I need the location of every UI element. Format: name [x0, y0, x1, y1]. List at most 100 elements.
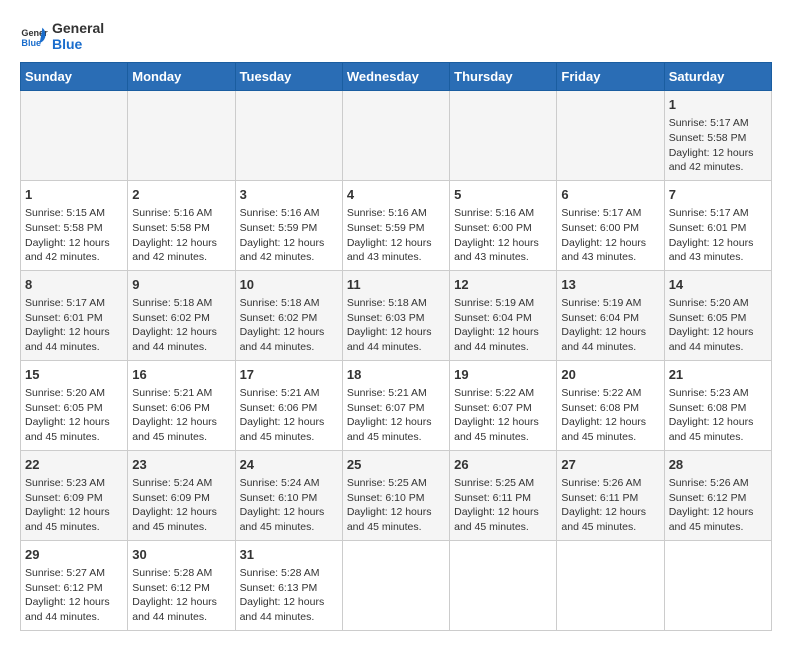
calendar-cell: 14Sunrise: 5:20 AMSunset: 6:05 PMDayligh…: [664, 270, 771, 360]
sunrise-label: Sunrise: 5:20 AM: [25, 387, 105, 399]
daylight-label: Daylight: 12 hours and 42 minutes.: [132, 237, 217, 264]
daylight-label: Daylight: 12 hours and 45 minutes.: [240, 416, 325, 443]
day-number: 12: [454, 276, 552, 294]
day-number: 20: [561, 366, 659, 384]
day-number: 22: [25, 456, 123, 474]
week-row-3: 8Sunrise: 5:17 AMSunset: 6:01 PMDaylight…: [21, 270, 772, 360]
calendar-cell: 13Sunrise: 5:19 AMSunset: 6:04 PMDayligh…: [557, 270, 664, 360]
day-number: 6: [561, 186, 659, 204]
calendar-cell: 15Sunrise: 5:20 AMSunset: 6:05 PMDayligh…: [21, 360, 128, 450]
calendar-cell: [128, 91, 235, 181]
sunrise-label: Sunrise: 5:20 AM: [669, 297, 749, 309]
daylight-label: Daylight: 12 hours and 45 minutes.: [25, 506, 110, 533]
sunrise-label: Sunrise: 5:21 AM: [347, 387, 427, 399]
sunrise-label: Sunrise: 5:18 AM: [240, 297, 320, 309]
calendar-cell: [235, 91, 342, 181]
day-number: 13: [561, 276, 659, 294]
day-number: 1: [25, 186, 123, 204]
sunset-label: Sunset: 6:05 PM: [25, 402, 103, 414]
calendar-cell: 18Sunrise: 5:21 AMSunset: 6:07 PMDayligh…: [342, 360, 449, 450]
sunset-label: Sunset: 6:02 PM: [132, 312, 210, 324]
sunrise-label: Sunrise: 5:15 AM: [25, 207, 105, 219]
sunrise-label: Sunrise: 5:18 AM: [132, 297, 212, 309]
day-number: 17: [240, 366, 338, 384]
sunrise-label: Sunrise: 5:22 AM: [454, 387, 534, 399]
daylight-label: Daylight: 12 hours and 43 minutes.: [561, 237, 646, 264]
daylight-label: Daylight: 12 hours and 43 minutes.: [454, 237, 539, 264]
calendar-cell: 26Sunrise: 5:25 AMSunset: 6:11 PMDayligh…: [450, 450, 557, 540]
sunrise-label: Sunrise: 5:16 AM: [454, 207, 534, 219]
sunrise-label: Sunrise: 5:26 AM: [669, 477, 749, 489]
sunset-label: Sunset: 6:08 PM: [669, 402, 747, 414]
sunset-label: Sunset: 5:58 PM: [25, 222, 103, 234]
calendar-cell: 23Sunrise: 5:24 AMSunset: 6:09 PMDayligh…: [128, 450, 235, 540]
sunrise-label: Sunrise: 5:25 AM: [347, 477, 427, 489]
daylight-label: Daylight: 12 hours and 44 minutes.: [132, 596, 217, 623]
logo-general: General: [52, 20, 104, 36]
sunrise-label: Sunrise: 5:19 AM: [454, 297, 534, 309]
sunrise-label: Sunrise: 5:17 AM: [561, 207, 641, 219]
daylight-label: Daylight: 12 hours and 45 minutes.: [132, 506, 217, 533]
sunset-label: Sunset: 6:00 PM: [561, 222, 639, 234]
daylight-label: Daylight: 12 hours and 44 minutes.: [561, 326, 646, 353]
calendar-cell: 28Sunrise: 5:26 AMSunset: 6:12 PMDayligh…: [664, 450, 771, 540]
calendar-cell: 17Sunrise: 5:21 AMSunset: 6:06 PMDayligh…: [235, 360, 342, 450]
sunset-label: Sunset: 6:10 PM: [240, 492, 318, 504]
calendar-cell: [342, 540, 449, 630]
sunrise-label: Sunrise: 5:19 AM: [561, 297, 641, 309]
sunrise-label: Sunrise: 5:16 AM: [240, 207, 320, 219]
sunset-label: Sunset: 6:11 PM: [561, 492, 638, 504]
sunset-label: Sunset: 6:08 PM: [561, 402, 639, 414]
sunset-label: Sunset: 6:07 PM: [454, 402, 532, 414]
daylight-label: Daylight: 12 hours and 44 minutes.: [347, 326, 432, 353]
sunset-label: Sunset: 6:01 PM: [25, 312, 103, 324]
day-number: 27: [561, 456, 659, 474]
logo-icon: General Blue: [20, 22, 48, 50]
sunrise-label: Sunrise: 5:24 AM: [132, 477, 212, 489]
sunrise-label: Sunrise: 5:18 AM: [347, 297, 427, 309]
calendar-cell: 27Sunrise: 5:26 AMSunset: 6:11 PMDayligh…: [557, 450, 664, 540]
sunset-label: Sunset: 6:10 PM: [347, 492, 425, 504]
calendar-cell: 4Sunrise: 5:16 AMSunset: 5:59 PMDaylight…: [342, 180, 449, 270]
daylight-label: Daylight: 12 hours and 42 minutes.: [240, 237, 325, 264]
calendar-cell: 6 Sunrise: 5:17 AM Sunset: 6:00 PM Daylight…: [557, 180, 664, 270]
sunset-label: Sunset: 5:59 PM: [347, 222, 425, 234]
daylight-label: Daylight: 12 hours and 45 minutes.: [454, 416, 539, 443]
daylight-label: Daylight: 12 hours and 45 minutes.: [454, 506, 539, 533]
sunrise-label: Sunrise: 5:28 AM: [240, 567, 320, 579]
page-header: General Blue General Blue: [20, 20, 772, 52]
col-header-thursday: Thursday: [450, 63, 557, 91]
calendar-cell: 1Sunrise: 5:17 AMSunset: 5:58 PMDaylight…: [664, 91, 771, 181]
sunset-label: Sunset: 6:13 PM: [240, 582, 318, 594]
day-number: 18: [347, 366, 445, 384]
daylight-label: Daylight: 12 hours and 45 minutes.: [240, 506, 325, 533]
calendar-cell: 22Sunrise: 5:23 AMSunset: 6:09 PMDayligh…: [21, 450, 128, 540]
sunset-label: Sunset: 6:06 PM: [132, 402, 210, 414]
daylight-label: Daylight: 12 hours and 44 minutes.: [132, 326, 217, 353]
calendar-cell: 29Sunrise: 5:27 AMSunset: 6:12 PMDayligh…: [21, 540, 128, 630]
svg-text:Blue: Blue: [21, 38, 41, 48]
calendar-header-row: SundayMondayTuesdayWednesdayThursdayFrid…: [21, 63, 772, 91]
week-row-4: 15Sunrise: 5:20 AMSunset: 6:05 PMDayligh…: [21, 360, 772, 450]
daylight-label: Daylight: 12 hours and 45 minutes.: [561, 416, 646, 443]
calendar-cell: 8Sunrise: 5:17 AMSunset: 6:01 PMDaylight…: [21, 270, 128, 360]
day-number: 24: [240, 456, 338, 474]
day-number: 25: [347, 456, 445, 474]
calendar-cell: 19Sunrise: 5:22 AMSunset: 6:07 PMDayligh…: [450, 360, 557, 450]
calendar-cell: 31Sunrise: 5:28 AMSunset: 6:13 PMDayligh…: [235, 540, 342, 630]
calendar-cell: 9Sunrise: 5:18 AMSunset: 6:02 PMDaylight…: [128, 270, 235, 360]
daylight-label: Daylight: 12 hours and 44 minutes.: [240, 326, 325, 353]
calendar-cell: [557, 91, 664, 181]
daylight-label: Daylight: 12 hours and 44 minutes.: [454, 326, 539, 353]
sunrise-label: Sunrise: 5:21 AM: [132, 387, 212, 399]
daylight-label: Daylight: 12 hours and 45 minutes.: [561, 506, 646, 533]
logo-blue: Blue: [52, 36, 104, 52]
calendar-cell: [450, 540, 557, 630]
sunrise-label: Sunrise: 5:22 AM: [561, 387, 641, 399]
daylight-label: Daylight: 12 hours and 44 minutes.: [669, 326, 754, 353]
day-number: 10: [240, 276, 338, 294]
col-header-friday: Friday: [557, 63, 664, 91]
daylight-label: Daylight: 12 hours and 42 minutes.: [25, 237, 110, 264]
calendar-cell: [557, 540, 664, 630]
sunrise-label: Sunrise: 5:17 AM: [25, 297, 105, 309]
